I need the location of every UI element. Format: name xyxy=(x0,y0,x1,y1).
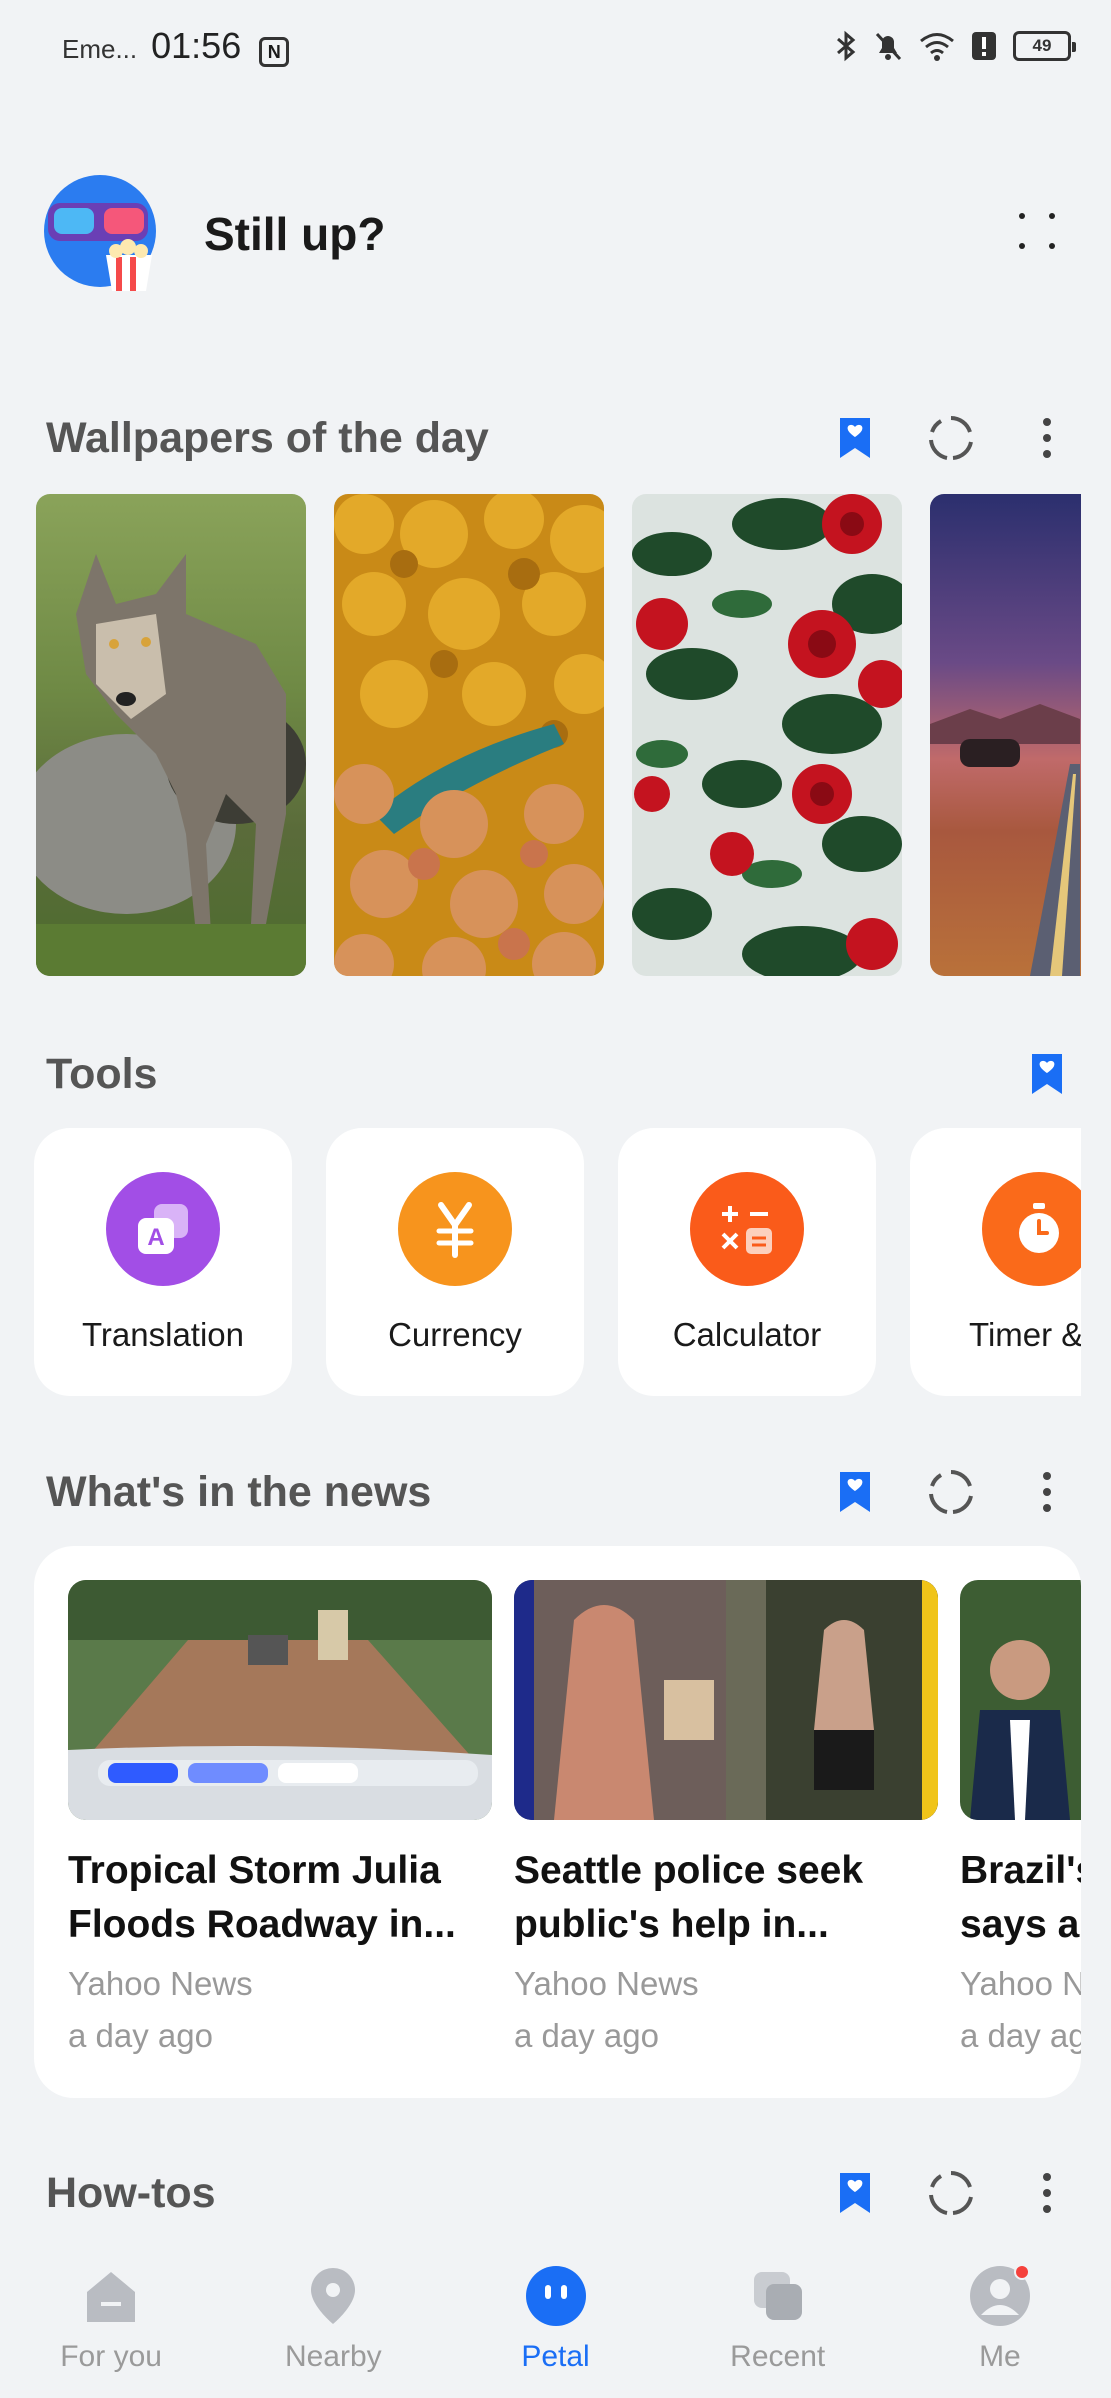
clock: 01:56 xyxy=(151,24,242,66)
howtos-section-header: How-tos xyxy=(46,2161,1071,2225)
news-headline-line2: says al xyxy=(960,1903,1081,1946)
translation-icon: A xyxy=(106,1172,220,1286)
refresh-icon[interactable] xyxy=(927,1468,975,1516)
bookmark-icon[interactable] xyxy=(1023,1050,1071,1098)
news-item[interactable]: Brazil's says al Yahoo N a day ag xyxy=(960,1580,1081,2062)
news-source: Yahoo News xyxy=(514,1965,699,2002)
wallpaper-wolf[interactable] xyxy=(36,494,306,976)
nav-petal[interactable]: Petal xyxy=(444,2238,666,2398)
nav-label: Nearby xyxy=(284,2340,382,2373)
tool-label: Timer & s xyxy=(969,1316,1081,1353)
wifi-icon xyxy=(920,33,954,61)
nav-recent[interactable]: Recent xyxy=(667,2238,889,2398)
more-options-icon[interactable] xyxy=(1023,414,1071,462)
bluetooth-icon xyxy=(837,30,856,62)
more-options-icon[interactable] xyxy=(1023,1468,1071,1516)
battery-icon: 49 xyxy=(1013,31,1076,61)
news-thumbnail xyxy=(960,1580,1081,1820)
news-headline-line1: Seattle police seek xyxy=(514,1849,864,1892)
nav-for-you[interactable]: For you xyxy=(0,2238,222,2398)
apps-menu-icon[interactable] xyxy=(1013,207,1067,261)
news-thumbnail xyxy=(514,1580,938,1820)
news-headline-line1: Tropical Storm Julia xyxy=(68,1849,441,1892)
news-title: What's in the news xyxy=(46,1467,432,1516)
bottom-navigation: For you Nearby Petal Recent Me xyxy=(0,2238,1111,2398)
bookmark-icon[interactable] xyxy=(831,2169,879,2217)
location-pin-icon xyxy=(301,2264,365,2328)
news-item[interactable]: Tropical Storm Julia Floods Roadway in..… xyxy=(68,1580,492,2062)
wallpapers-carousel[interactable] xyxy=(36,494,1081,976)
tool-label: Currency xyxy=(388,1316,522,1353)
wallpaper-autumn-forest[interactable] xyxy=(334,494,604,976)
howtos-title: How-tos xyxy=(46,2168,216,2217)
alert-icon xyxy=(972,32,996,60)
status-left: Eme... 01:56 N xyxy=(62,24,290,68)
svg-text:A: A xyxy=(147,1224,164,1251)
nav-nearby[interactable]: Nearby xyxy=(222,2238,444,2398)
news-headline-line1: Brazil's xyxy=(960,1849,1081,1892)
header: Still up? xyxy=(44,172,1067,296)
tools-carousel[interactable]: A Translation Currency Calculator Timer … xyxy=(34,1128,1081,1396)
bookmark-icon[interactable] xyxy=(831,1468,879,1516)
news-item[interactable]: Seattle police seek public's help in... … xyxy=(514,1580,938,2062)
refresh-icon[interactable] xyxy=(927,2169,975,2217)
tool-timer[interactable]: Timer & s xyxy=(910,1128,1081,1396)
cinema-avatar[interactable] xyxy=(44,175,162,293)
status-right: 49 xyxy=(835,30,1076,62)
nfc-icon: N xyxy=(259,37,290,68)
nav-me[interactable]: Me xyxy=(889,2238,1111,2398)
currency-icon xyxy=(398,1172,512,1286)
nav-label: Recent xyxy=(730,2340,826,2373)
carrier-label: Eme... xyxy=(62,33,138,64)
status-bar: Eme... 01:56 N 49 xyxy=(0,0,1111,92)
tool-label: Translation xyxy=(81,1316,245,1353)
nav-label: Petal xyxy=(521,2340,590,2373)
more-options-icon[interactable] xyxy=(1023,2169,1071,2217)
news-time: a day ago xyxy=(68,2017,213,2054)
wallpapers-section-header: Wallpapers of the day xyxy=(46,406,1071,470)
greeting-text: Still up? xyxy=(204,208,386,260)
news-carousel[interactable]: Tropical Storm Julia Floods Roadway in..… xyxy=(34,1546,1081,2098)
nav-label: Me xyxy=(979,2340,1021,2373)
tool-currency[interactable]: Currency xyxy=(326,1128,584,1396)
petal-icon xyxy=(524,2264,588,2328)
notification-dot xyxy=(1013,2264,1030,2280)
home-icon xyxy=(79,2264,143,2328)
tool-label: Calculator xyxy=(672,1316,822,1353)
tool-calculator[interactable]: Calculator xyxy=(618,1128,876,1396)
news-time: a day ag xyxy=(960,2017,1081,2054)
wallpaper-red-camellias[interactable] xyxy=(632,494,902,976)
wallpaper-desert-road[interactable] xyxy=(930,494,1081,976)
news-source: Yahoo News xyxy=(68,1965,253,2002)
news-headline-line2: public's help in... xyxy=(514,1903,829,1946)
bookmark-icon[interactable] xyxy=(831,414,879,462)
wallpapers-title: Wallpapers of the day xyxy=(46,413,489,462)
news-time: a day ago xyxy=(514,2017,659,2054)
news-source: Yahoo N xyxy=(960,1965,1081,2002)
timer-icon xyxy=(982,1172,1081,1286)
mute-bell-icon xyxy=(875,32,902,61)
news-section-header: What's in the news xyxy=(46,1460,1071,1524)
calculator-icon xyxy=(690,1172,804,1286)
tools-section-header: Tools xyxy=(46,1042,1071,1106)
nav-label: For you xyxy=(60,2340,162,2373)
tools-title: Tools xyxy=(46,1049,158,1098)
profile-icon xyxy=(968,2264,1032,2328)
tool-translation[interactable]: A Translation xyxy=(34,1128,292,1396)
news-thumbnail xyxy=(68,1580,492,1820)
recent-icon xyxy=(746,2264,810,2328)
news-headline-line2: Floods Roadway in... xyxy=(68,1903,456,1946)
refresh-icon[interactable] xyxy=(927,414,975,462)
